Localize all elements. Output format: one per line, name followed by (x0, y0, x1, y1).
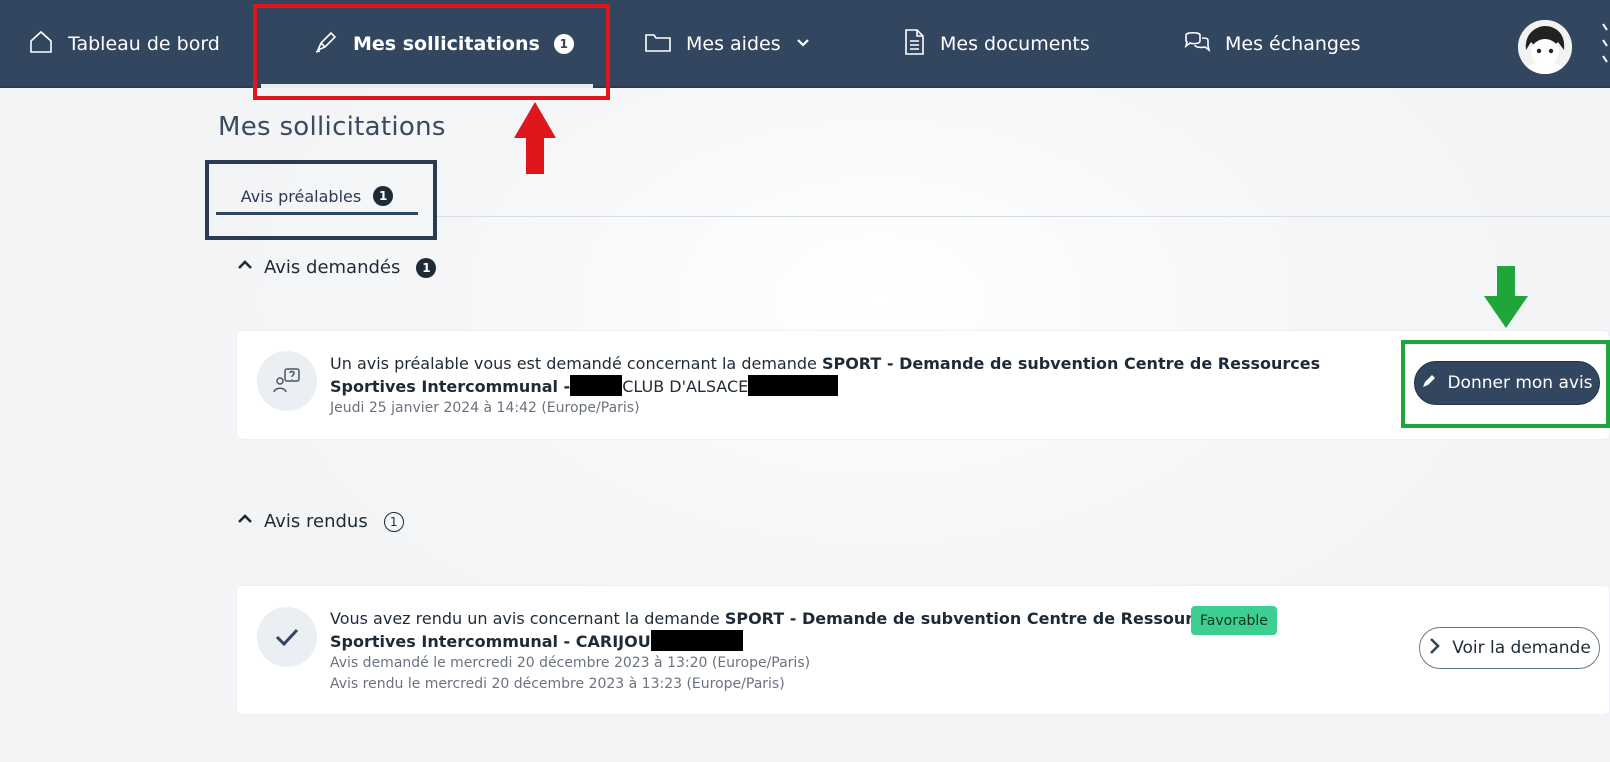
redacted-block (650, 630, 743, 651)
top-navigation-bar: Tableau de bord Mes sollicitations 1 Mes… (0, 0, 1610, 88)
section-title: Avis rendus (264, 511, 368, 532)
chevron-right-icon (1428, 637, 1442, 660)
tab-divider (437, 216, 1610, 217)
question-person-icon (257, 351, 317, 411)
button-label: Voir la demande (1452, 638, 1591, 658)
nav-item-mes-aides[interactable]: Mes aides (644, 0, 811, 88)
pen-icon (1421, 373, 1437, 394)
user-avatar[interactable] (1518, 20, 1572, 74)
tab-label: Avis préalables (240, 186, 362, 206)
give-opinion-button[interactable]: Donner mon avis (1414, 361, 1600, 405)
chevron-up-icon (236, 256, 254, 279)
requested-date: Avis demandé le mercredi 20 décembre 202… (330, 655, 811, 671)
section-count-badge: 1 (383, 511, 404, 532)
redacted-block (748, 375, 839, 396)
view-request-button[interactable]: Voir la demande (1419, 627, 1600, 669)
chevron-down-icon[interactable] (795, 33, 811, 55)
document-icon (902, 28, 926, 61)
tab-count-badge: 1 (373, 186, 394, 206)
nav-item-mes-documents[interactable]: Mes documents (902, 0, 1090, 88)
given-opinion-description: Vous avez rendu un avis concernant la de… (330, 607, 1223, 695)
status-badge: Favorable (1191, 606, 1277, 635)
nav-item-tableau-de-bord[interactable]: Tableau de bord (28, 0, 220, 88)
checkmark-icon (257, 607, 317, 667)
section-title: Avis demandés (264, 257, 401, 278)
request-date: Jeudi 25 janvier 2024 à 14:42 (Europe/Pa… (330, 400, 640, 416)
section-count-badge: 1 (416, 257, 437, 278)
chevron-up-icon (236, 510, 254, 533)
nav-item-label: Tableau de bord (68, 33, 220, 55)
green-arrow-down-icon (1484, 266, 1528, 328)
given-opinion-card: Vous avez rendu un avis concernant la de… (236, 585, 1610, 715)
button-label: Donner mon avis (1447, 373, 1593, 393)
section-toggle-avis-rendus[interactable]: Avis rendus 1 (236, 510, 404, 533)
annotation-red-box (253, 4, 610, 100)
page-title: Mes sollicitations (218, 112, 446, 142)
nav-item-mes-echanges[interactable]: Mes échanges (1183, 0, 1361, 88)
nav-item-label: Mes documents (940, 33, 1090, 55)
chat-icon (1183, 29, 1211, 60)
nav-item-label: Mes aides (686, 33, 781, 55)
overflow-icon (1597, 20, 1610, 66)
home-icon (28, 29, 54, 60)
red-arrow-up-icon (514, 102, 556, 174)
section-toggle-avis-demandes[interactable]: Avis demandés 1 (236, 256, 437, 279)
redacted-block (570, 375, 623, 396)
request-description: Un avis préalable vous est demandé conce… (330, 352, 1320, 419)
given-date: Avis rendu le mercredi 20 décembre 2023 … (330, 676, 785, 692)
active-tab-indicator (216, 212, 418, 215)
tab-avis-prealables[interactable]: Avis préalables 1 (216, 175, 418, 217)
nav-item-label: Mes échanges (1225, 33, 1361, 55)
folder-icon (644, 29, 672, 60)
